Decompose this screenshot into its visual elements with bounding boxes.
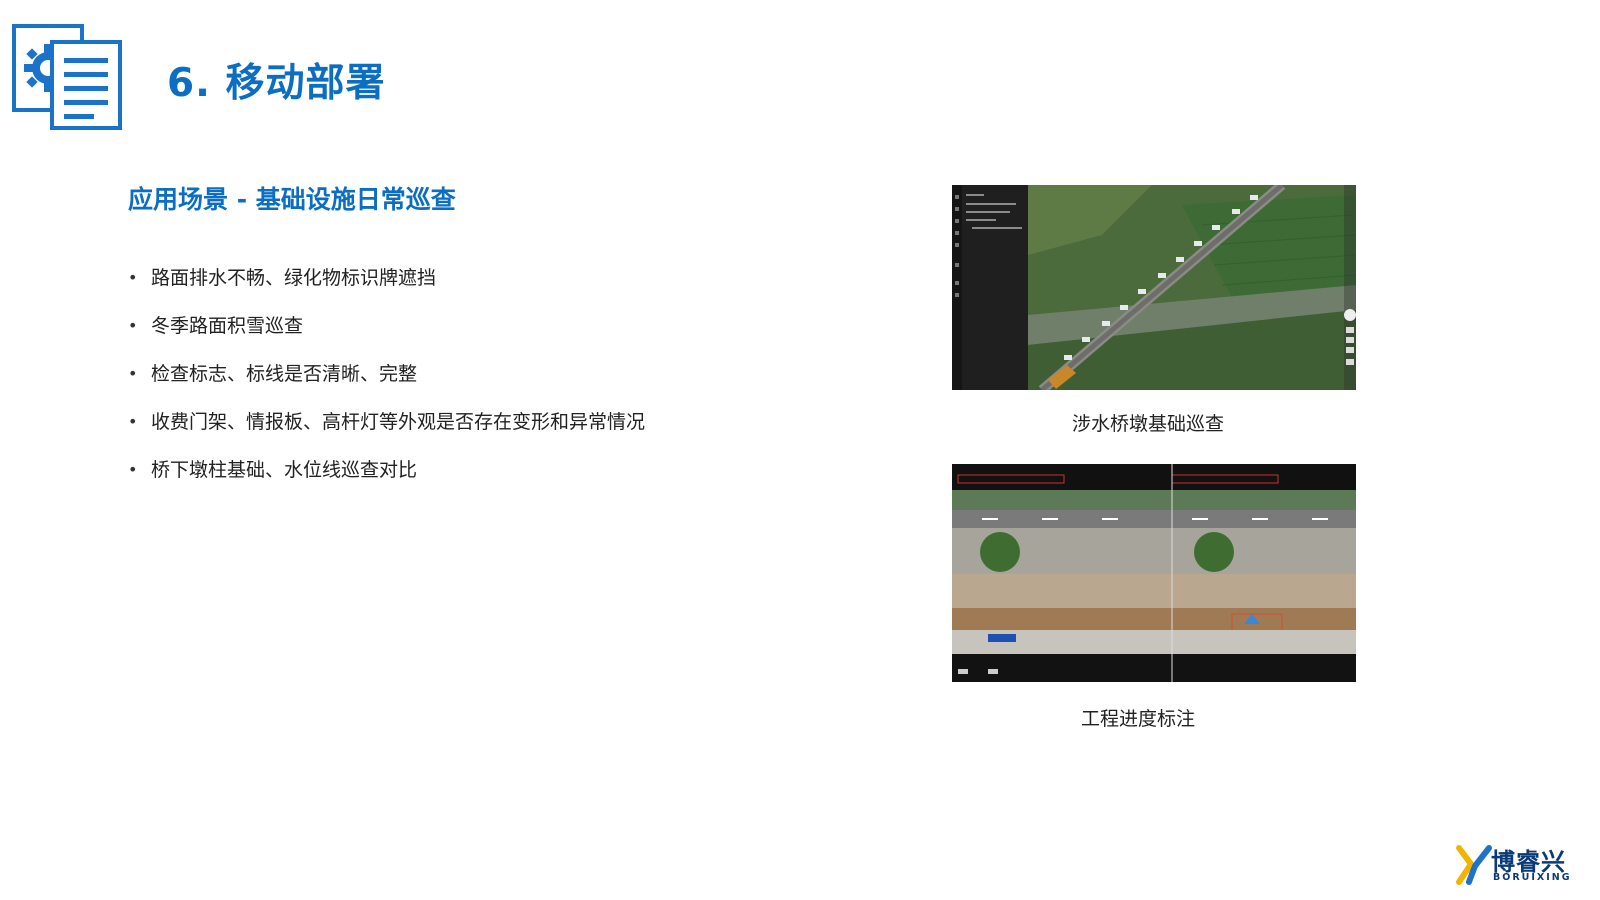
comparison-image — [952, 464, 1356, 682]
figure-caption: 涉水桥墩基础巡查 — [1072, 413, 1225, 435]
bullet-item: 检查标志、标线是否清晰、完整 — [128, 350, 648, 398]
bullet-item: 收费门架、情报板、高杆灯等外观是否存在变形和异常情况 — [128, 398, 648, 446]
bullet-item: 路面排水不畅、绿化物标识牌遮挡 — [128, 254, 648, 302]
logo-name-en: BORUIXING — [1493, 872, 1572, 883]
bullet-list: 路面排水不畅、绿化物标识牌遮挡 冬季路面积雪巡查 检查标志、标线是否清晰、完整 … — [128, 254, 648, 494]
figure-caption: 工程进度标注 — [1081, 708, 1196, 730]
page-title: 6. 移动部署 — [167, 61, 386, 106]
bullet-item: 桥下墩柱基础、水位线巡查对比 — [128, 446, 648, 494]
bullet-item: 冬季路面积雪巡查 — [128, 302, 648, 350]
logo-mark-icon — [1456, 845, 1492, 885]
aerial-map-image — [952, 185, 1356, 390]
document-gear-icon — [12, 24, 122, 130]
company-logo: 博睿兴 BORUIXING — [1455, 842, 1575, 886]
section-title: 应用场景 - 基础设施日常巡查 — [128, 185, 456, 214]
